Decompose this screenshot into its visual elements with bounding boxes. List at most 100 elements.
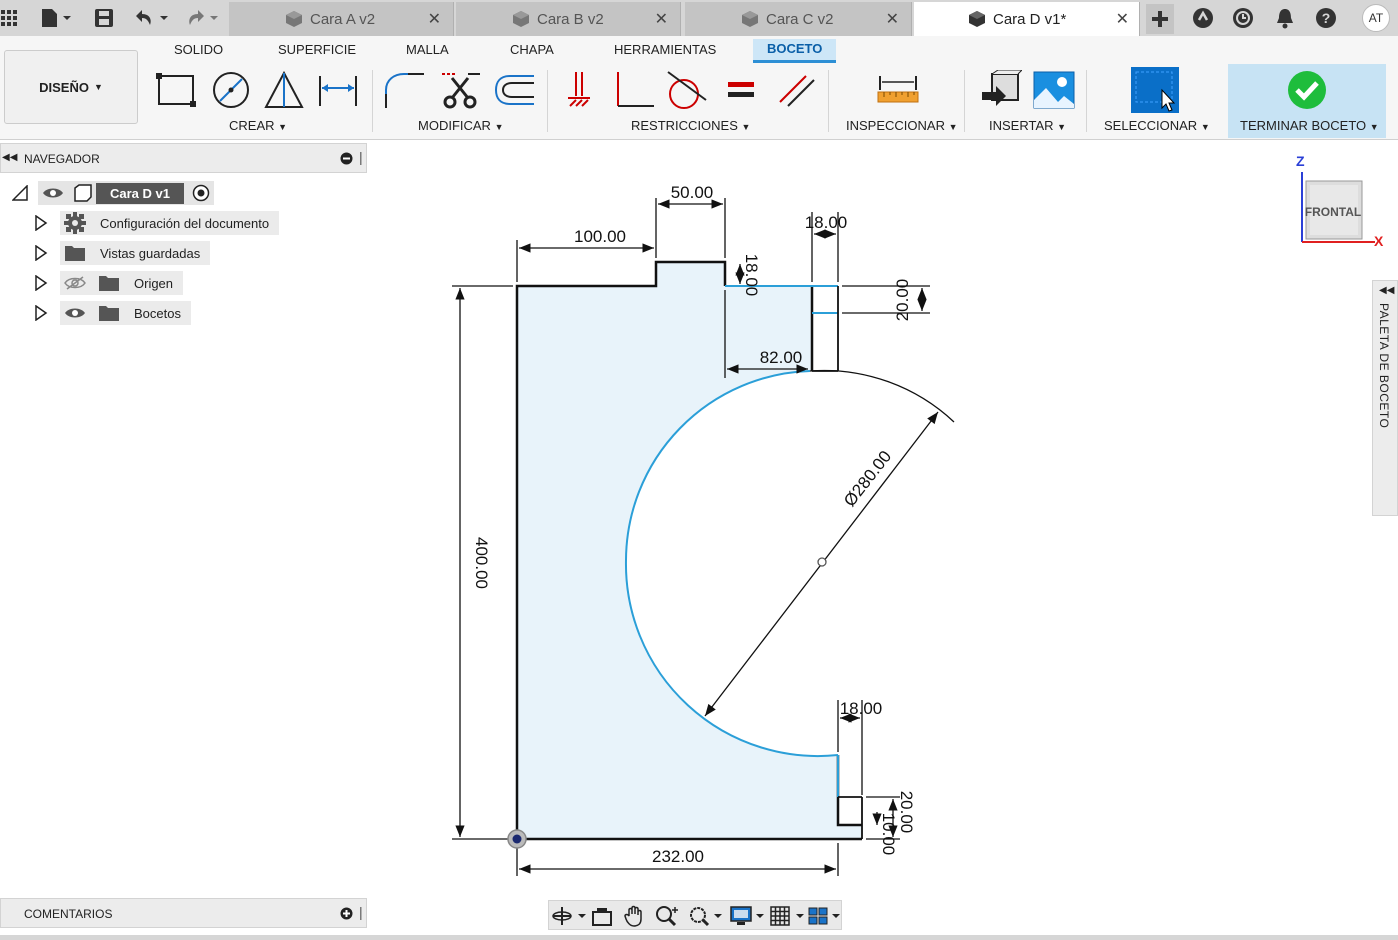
dim-notch-height-bottom[interactable]: 20.00	[897, 791, 916, 834]
viewcube[interactable]: FRONTAL Z X	[1290, 152, 1390, 252]
dim-notch-width-bottom[interactable]: 18.00	[840, 699, 883, 718]
eye-icon[interactable]	[64, 306, 86, 320]
trim-scissors-icon[interactable]	[438, 70, 482, 110]
tab-cara-b[interactable]: Cara B v2 ✕	[456, 2, 681, 36]
equal-constraint-icon[interactable]	[720, 70, 764, 110]
inspeccionar-menu[interactable]: INSPECCIONAR ▼	[846, 118, 958, 133]
gear-icon	[64, 212, 86, 234]
chevron-down-icon: ▼	[741, 122, 751, 132]
close-icon[interactable]: ✕	[886, 9, 899, 29]
dimension-tool-icon[interactable]	[316, 70, 360, 110]
close-icon[interactable]: ✕	[428, 9, 441, 29]
expand-triangle-icon[interactable]	[34, 245, 48, 261]
component-cube-icon	[286, 11, 302, 27]
eye-icon[interactable]	[42, 186, 64, 200]
tree-item-configuracion[interactable]: Configuración del documento	[34, 211, 280, 235]
modificar-menu[interactable]: MODIFICAR ▼	[418, 118, 504, 133]
dim-top-step[interactable]: 50.00	[671, 183, 714, 202]
expand-triangle-icon[interactable]	[34, 305, 48, 321]
user-avatar[interactable]: AT	[1361, 0, 1391, 36]
fillet-tool-icon[interactable]	[382, 70, 426, 110]
expanded-triangle-icon[interactable]	[12, 185, 28, 201]
modificar-label: MODIFICAR	[418, 118, 491, 133]
tab-malla[interactable]: MALLA	[406, 42, 449, 57]
workspace-selector[interactable]: DISEÑO ▼	[4, 50, 138, 124]
rectangle-tool-icon[interactable]	[154, 70, 198, 110]
insertar-menu[interactable]: INSERTAR ▼	[989, 118, 1066, 133]
job-status-icon[interactable]	[1230, 0, 1256, 36]
tangent-constraint-icon[interactable]	[664, 70, 708, 110]
crear-menu[interactable]: CREAR ▼	[229, 118, 287, 133]
plus-circle-icon[interactable]	[340, 907, 353, 920]
file-menu-icon[interactable]	[36, 0, 76, 36]
navigator-header: ◀◀ NAVEGADOR |	[0, 143, 367, 173]
svg-text:?: ?	[1322, 10, 1331, 26]
panel-grip-icon[interactable]: |	[359, 149, 363, 165]
tree-item-vistas[interactable]: Vistas guardadas	[34, 241, 211, 265]
redo-icon[interactable]	[182, 0, 222, 36]
look-at-icon[interactable]	[591, 905, 615, 927]
dim-step-height[interactable]: 18.00	[742, 254, 761, 297]
finish-sketch-button[interactable]: TERMINAR BOCETO ▼	[1228, 64, 1386, 138]
viewports-icon[interactable]	[807, 905, 843, 927]
circle-tool-icon[interactable]	[209, 70, 253, 110]
parallel-constraint-icon[interactable]	[774, 70, 818, 110]
sketch-canvas[interactable]: 50.00 100.00 18.00 18.00 20.00 82.00 Ø28…	[0, 0, 1398, 940]
dim-notch-width-top[interactable]: 18.00	[805, 213, 848, 232]
insert-derive-icon[interactable]	[978, 70, 1022, 110]
tab-boceto[interactable]: BOCETO	[753, 39, 837, 63]
collapse-panel-icon[interactable]: ◀◀	[2, 152, 17, 163]
tab-chapa[interactable]: CHAPA	[510, 42, 554, 57]
dim-top-left[interactable]: 100.00	[574, 227, 626, 246]
zoom-icon[interactable]	[655, 905, 681, 927]
orbit-icon[interactable]	[551, 905, 587, 927]
perpendicular-constraint-icon[interactable]	[612, 70, 656, 110]
new-tab-button[interactable]	[1146, 4, 1174, 34]
restricciones-menu[interactable]: RESTRICCIONES ▼	[631, 118, 750, 133]
app-grid-icon[interactable]	[0, 0, 18, 36]
tree-item-label: Vistas guardadas	[100, 245, 201, 261]
expand-panel-icon[interactable]: ◀◀	[1379, 285, 1394, 296]
sketch-palette-collapsed[interactable]: ◀◀ PALETA DE BOCETO	[1372, 280, 1398, 516]
tab-herramientas[interactable]: HERRAMIENTAS	[614, 42, 716, 57]
dim-bottom-width[interactable]: 232.00	[652, 847, 704, 866]
close-icon[interactable]: ✕	[1116, 9, 1129, 29]
notifications-bell-icon[interactable]	[1272, 0, 1298, 36]
extensions-icon[interactable]	[1190, 0, 1216, 36]
tab-superficie[interactable]: SUPERFICIE	[278, 42, 356, 57]
measure-ruler-icon[interactable]	[876, 70, 920, 110]
tab-cara-d[interactable]: Cara D v1* ✕	[914, 2, 1140, 36]
tree-item-origen[interactable]: Origen	[34, 271, 184, 295]
grid-settings-icon[interactable]	[769, 905, 805, 927]
pan-hand-icon[interactable]	[623, 904, 647, 928]
eye-hidden-icon[interactable]	[64, 276, 86, 290]
dim-height[interactable]: 400.00	[472, 537, 491, 589]
expand-triangle-icon[interactable]	[34, 275, 48, 291]
minus-circle-icon[interactable]	[340, 152, 353, 165]
tab-cara-c[interactable]: Cara C v2 ✕	[685, 2, 912, 36]
panel-grip-icon[interactable]: |	[359, 904, 363, 920]
tab-solido[interactable]: SOLIDO	[174, 42, 223, 57]
arc-center-point[interactable]	[817, 557, 827, 567]
dim-bottom-step[interactable]: 10.00	[879, 813, 898, 856]
fix-constraint-icon[interactable]	[558, 70, 602, 110]
save-icon[interactable]	[92, 0, 116, 36]
zoom-window-icon[interactable]	[687, 905, 723, 927]
tree-root[interactable]: Cara D v1	[12, 181, 214, 205]
seleccionar-menu[interactable]: SELECCIONAR ▼	[1104, 118, 1210, 133]
offset-tool-icon[interactable]	[492, 70, 536, 110]
display-settings-icon[interactable]	[729, 905, 765, 927]
activate-radio-icon[interactable]	[192, 184, 210, 202]
polygon-tool-icon[interactable]	[262, 70, 306, 110]
tree-item-bocetos[interactable]: Bocetos	[34, 301, 191, 325]
close-icon[interactable]: ✕	[655, 9, 668, 29]
tab-cara-a[interactable]: Cara A v2 ✕	[229, 2, 454, 36]
dim-notch-height-top[interactable]: 20.00	[893, 279, 912, 322]
expand-triangle-icon[interactable]	[34, 215, 48, 231]
dim-inner-width[interactable]: 82.00	[760, 348, 803, 367]
help-icon[interactable]: ?	[1312, 0, 1340, 36]
undo-icon[interactable]	[132, 0, 172, 36]
insert-image-icon[interactable]	[1032, 70, 1076, 110]
select-tool-icon[interactable]	[1130, 66, 1180, 114]
navigator-title: NAVEGADOR	[24, 152, 100, 166]
